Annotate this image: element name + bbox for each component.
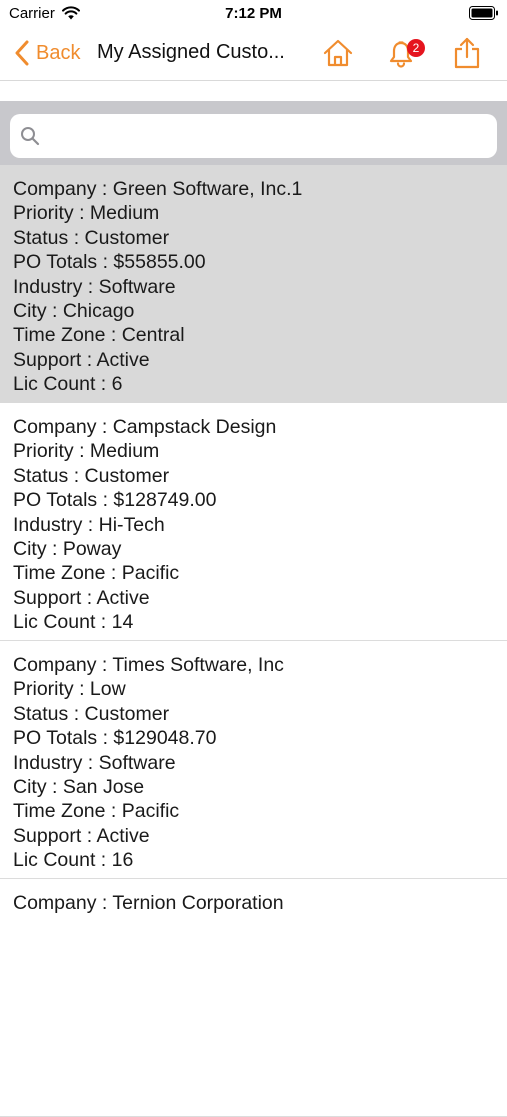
clock: 7:12 PM bbox=[225, 5, 282, 22]
search-bar bbox=[0, 101, 507, 165]
time-zone-field: Time Zone : Pacific bbox=[13, 562, 180, 585]
priority-field: Priority : Medium bbox=[13, 202, 160, 225]
list-item[interactable]: Company : Times Software, Inc Priority :… bbox=[0, 641, 507, 879]
support-field: Support : Active bbox=[13, 824, 150, 847]
city-field: City : San Jose bbox=[13, 776, 145, 799]
lic-count-field: Lic Count : 14 bbox=[13, 611, 134, 634]
lic-count-field: Lic Count : 6 bbox=[13, 373, 123, 396]
customer-list: Company : Green Software, Inc.1 Priority… bbox=[0, 165, 507, 1117]
priority-field: Priority : Medium bbox=[13, 440, 160, 463]
navigation-bar: Back My Assigned Custo... 2 bbox=[0, 28, 507, 81]
time-zone-field: Time Zone : Pacific bbox=[13, 800, 180, 823]
back-label: Back bbox=[36, 41, 81, 64]
page-title: My Assigned Custo... bbox=[97, 41, 285, 63]
battery-icon bbox=[469, 6, 498, 20]
status-field: Status : Customer bbox=[13, 226, 170, 249]
header-spacer bbox=[0, 81, 507, 101]
home-icon bbox=[323, 39, 353, 67]
share-icon bbox=[454, 37, 480, 69]
home-button[interactable] bbox=[322, 38, 354, 68]
po-totals-field: PO Totals : $55855.00 bbox=[13, 251, 206, 274]
list-item[interactable]: Company : Ternion Corporation bbox=[0, 879, 507, 1117]
status-field: Status : Customer bbox=[13, 464, 170, 487]
list-item[interactable]: Company : Green Software, Inc.1 Priority… bbox=[0, 165, 507, 403]
city-field: City : Chicago bbox=[13, 300, 135, 323]
search-icon bbox=[21, 127, 40, 146]
city-field: City : Poway bbox=[13, 538, 122, 561]
industry-field: Industry : Software bbox=[13, 751, 176, 774]
search-input[interactable] bbox=[48, 120, 492, 154]
time-zone-field: Time Zone : Central bbox=[13, 324, 185, 347]
po-totals-field: PO Totals : $129048.70 bbox=[13, 727, 217, 750]
lic-count-field: Lic Count : 16 bbox=[13, 849, 134, 872]
priority-field: Priority : Low bbox=[13, 678, 126, 701]
status-bar: Carrier 7:12 PM bbox=[0, 0, 507, 28]
list-item[interactable]: Company : Campstack Design Priority : Me… bbox=[0, 403, 507, 641]
notifications-button[interactable]: 2 bbox=[386, 36, 430, 70]
company-field: Company : Green Software, Inc.1 bbox=[13, 178, 303, 200]
status-field: Status : Customer bbox=[13, 702, 170, 725]
share-button[interactable] bbox=[452, 36, 482, 70]
company-field: Company : Ternion Corporation bbox=[13, 892, 284, 914]
back-button[interactable]: Back bbox=[14, 38, 80, 68]
company-field: Company : Times Software, Inc bbox=[13, 654, 284, 676]
search-field-container[interactable] bbox=[10, 114, 497, 158]
notification-badge: 2 bbox=[407, 39, 425, 57]
company-field: Company : Campstack Design bbox=[13, 416, 277, 438]
industry-field: Industry : Software bbox=[13, 275, 176, 298]
po-totals-field: PO Totals : $128749.00 bbox=[13, 489, 217, 512]
chevron-left-icon bbox=[15, 40, 29, 66]
industry-field: Industry : Hi-Tech bbox=[13, 513, 165, 536]
support-field: Support : Active bbox=[13, 586, 150, 609]
support-field: Support : Active bbox=[13, 348, 150, 371]
